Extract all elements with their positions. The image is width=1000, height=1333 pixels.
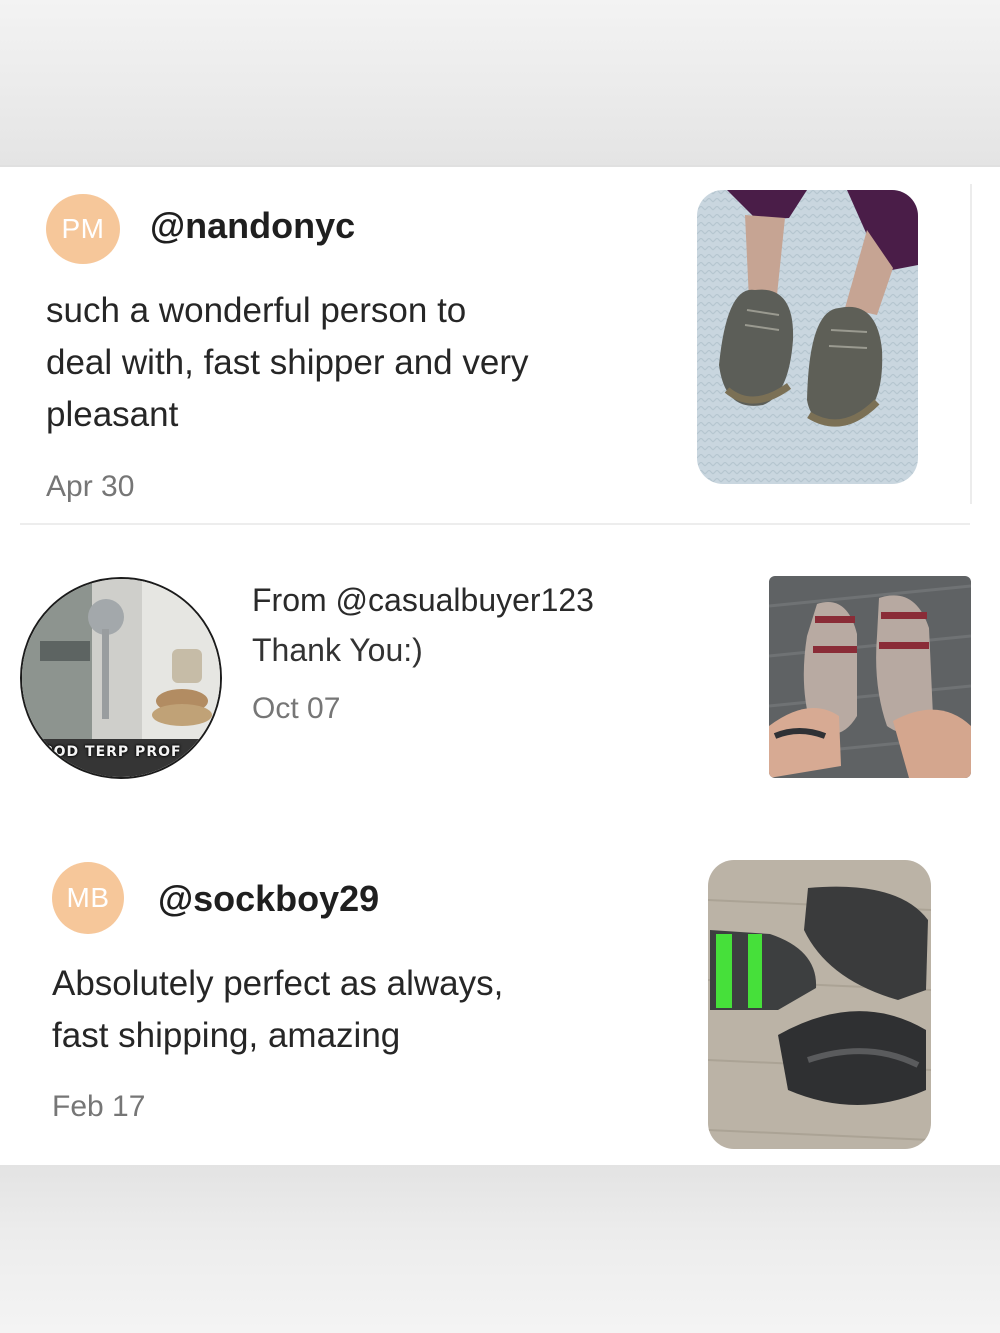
review-photo-slippers[interactable] [769, 576, 971, 778]
review-text: Absolutely perfect as always, fast shipp… [52, 958, 503, 1062]
avatar-photo[interactable]: UPOD TERP PROF [20, 577, 222, 779]
avatar-initials[interactable]: PM [46, 194, 120, 264]
avatar-initials[interactable]: MB [52, 862, 124, 934]
review-date: Oct 07 [252, 692, 341, 725]
review-from[interactable]: From @casualbuyer123 [252, 582, 594, 619]
review-text: such a wonderful person to deal with, fa… [46, 285, 528, 441]
review-text-line: fast shipping, amazing [52, 1016, 401, 1055]
review-date: Apr 30 [46, 470, 135, 503]
top-blur-band [0, 0, 1000, 167]
review-text-line: such a wonderful person to [46, 291, 467, 330]
review-message: Thank You:) [252, 632, 423, 668]
avatar-caption-text: UPOD TERP PROF [30, 744, 182, 760]
review-date: Feb 17 [52, 1090, 146, 1123]
review-text-line: deal with, fast shipper and very [46, 343, 529, 382]
reviewer-handle[interactable]: @sockboy29 [158, 878, 379, 920]
review-text-line: Absolutely perfect as always, [52, 964, 504, 1003]
bottom-blur-band [0, 1165, 1000, 1333]
review-photo-socks[interactable] [708, 860, 931, 1149]
review-photo-shoes[interactable] [697, 190, 918, 484]
reviewer-handle[interactable]: @nandonyc [150, 205, 355, 247]
card-edge [970, 184, 972, 504]
review-divider [20, 523, 970, 525]
review-text-line: pleasant [46, 395, 179, 434]
